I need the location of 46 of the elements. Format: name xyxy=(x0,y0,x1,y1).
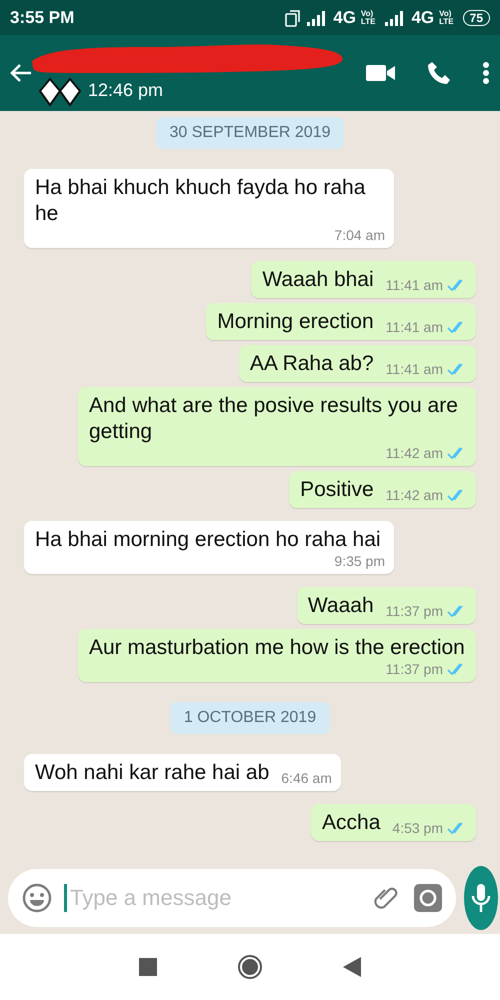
camera-icon[interactable] xyxy=(414,884,442,912)
home-icon[interactable] xyxy=(237,954,263,980)
timestamp: 11:42 am xyxy=(386,487,443,503)
message-text: Positive xyxy=(300,477,374,503)
message-text: Morning erection xyxy=(217,309,374,335)
message-text: Ha bhai khuch khuch fayda ho raha he xyxy=(35,175,366,227)
last-seen-text: 12:46 pm xyxy=(88,80,164,101)
timestamp: 11:41 am xyxy=(386,277,443,293)
clock-text: 3:55 PM xyxy=(10,8,74,28)
timestamp: 6:46 am xyxy=(281,770,332,786)
message-composer[interactable]: Type a message xyxy=(8,869,456,927)
timestamp: 4:53 pm xyxy=(392,820,443,836)
timestamp: 9:35 pm xyxy=(334,553,385,569)
message-text: Aur masturbation me how is the erection xyxy=(89,635,465,661)
timestamp: 11:42 am xyxy=(386,445,443,461)
message-text: AA Raha ab? xyxy=(250,351,374,377)
message-text: Accha xyxy=(322,810,380,836)
volte-label: Vo) xyxy=(360,10,374,18)
back-icon[interactable] xyxy=(343,957,361,977)
date-label: 1 OCTOBER 2019 xyxy=(170,702,330,734)
back-arrow-icon[interactable] xyxy=(10,63,32,83)
date-label: 30 SEPTEMBER 2019 xyxy=(156,117,344,149)
message-text: Waaah bhai xyxy=(262,267,374,293)
screen-rotate-icon xyxy=(285,8,302,26)
avatar-icon[interactable] xyxy=(38,77,82,107)
timestamp: 11:41 am xyxy=(386,319,443,335)
phone-icon[interactable] xyxy=(426,60,452,86)
timestamp: 7:04 am xyxy=(334,227,385,243)
message-text: Ha bhai morning erection ho raha hai xyxy=(35,527,381,553)
message-text: And what are the posive results you are getting xyxy=(89,393,459,445)
menu-icon[interactable] xyxy=(482,61,490,85)
network-type-text: 4G xyxy=(411,8,434,28)
timestamp: 11:37 pm xyxy=(386,603,443,619)
battery-indicator: 75 xyxy=(462,10,490,26)
microphone-icon xyxy=(470,883,492,913)
video-call-icon[interactable] xyxy=(366,63,396,83)
message-text: Waaah xyxy=(308,593,374,619)
message-text: Woh nahi kar rahe hai ab xyxy=(35,760,270,786)
network-type-text: 4G xyxy=(333,8,356,28)
timestamp: 11:37 pm xyxy=(386,661,443,677)
lte-label: LTE xyxy=(360,18,376,26)
volte-label: Vo) xyxy=(439,10,452,18)
timestamp: 11:41 am xyxy=(386,361,443,377)
lte-label: LTE xyxy=(439,18,454,26)
emoji-icon[interactable] xyxy=(22,883,52,913)
message-input-field[interactable]: Type a message xyxy=(64,884,360,912)
